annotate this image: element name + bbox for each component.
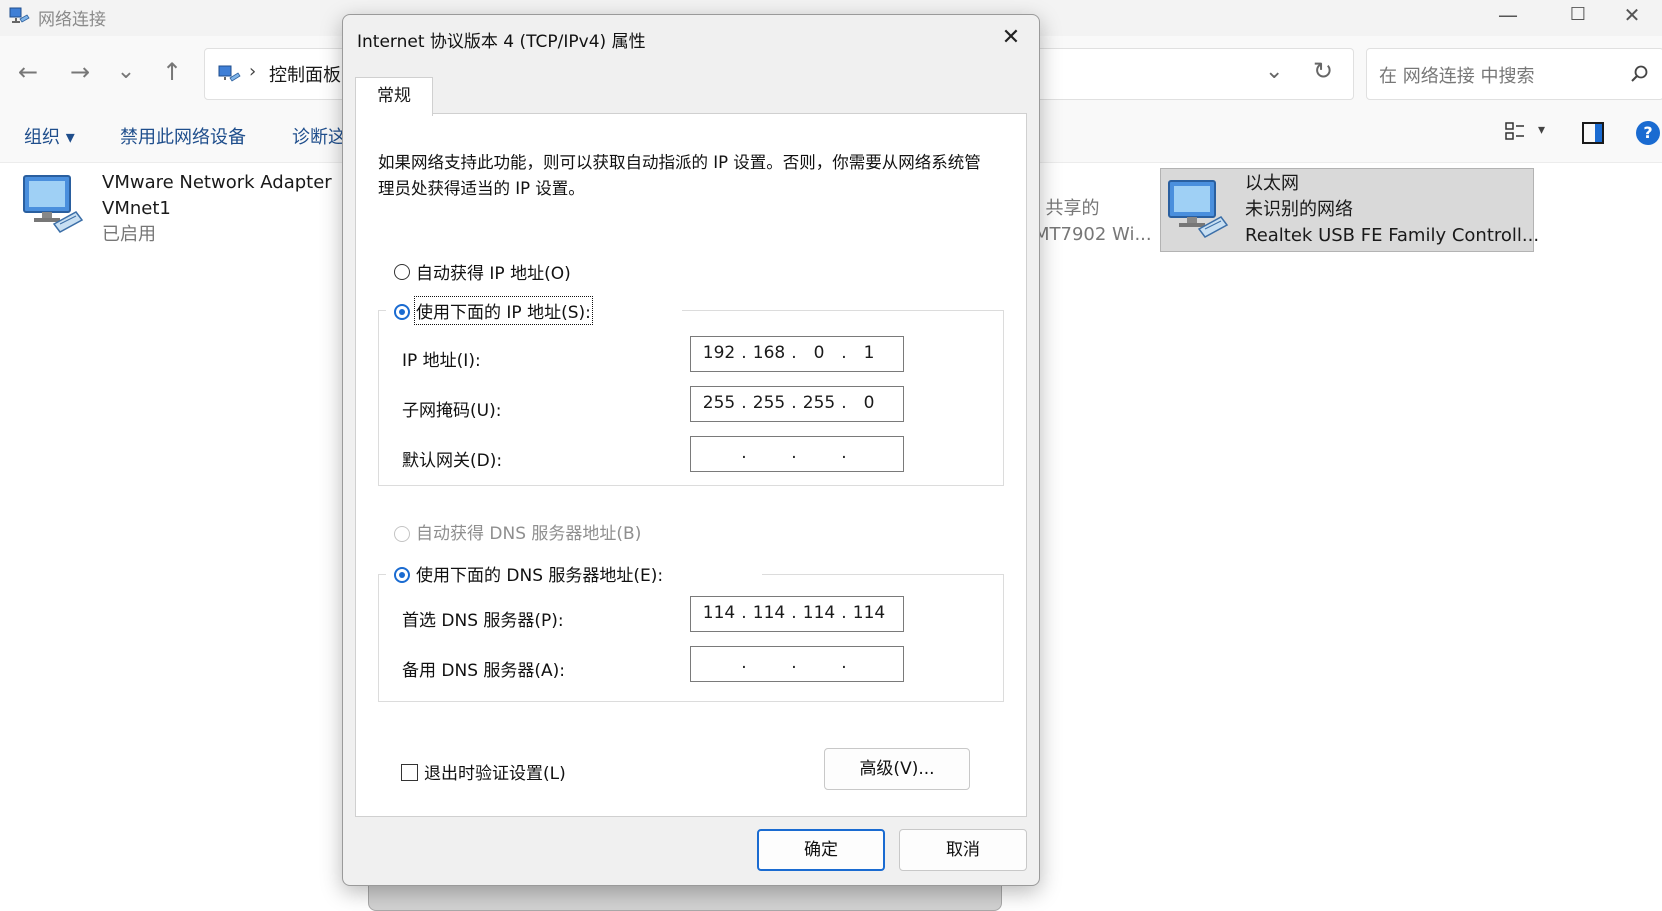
octet: 255 bbox=[702, 393, 736, 413]
view-options-icon[interactable] bbox=[1504, 120, 1526, 142]
manual-dns-group bbox=[378, 574, 1004, 702]
recent-locations-button[interactable]: ⌄ bbox=[106, 52, 146, 92]
disable-device-button[interactable]: 禁用此网络设备 bbox=[120, 123, 246, 149]
auto-dns-label[interactable]: 自动获得 DNS 服务器地址(B) bbox=[416, 519, 641, 544]
validate-settings-label[interactable]: 退出时验证设置(L) bbox=[424, 759, 566, 784]
octet: 114 bbox=[752, 603, 786, 623]
dot: . bbox=[841, 653, 847, 673]
network-adapter-icon[interactable] bbox=[20, 170, 86, 236]
vmware-adapter[interactable]: VMware Network Adapter VMnet1 已启用 bbox=[102, 170, 332, 248]
adapter-name-2: VMnet1 bbox=[102, 198, 171, 219]
cancel-button[interactable]: 取消 bbox=[899, 829, 1027, 871]
ip-address-label: IP 地址(I): bbox=[402, 351, 481, 371]
default-gateway-label: 默认网关(D): bbox=[402, 451, 503, 471]
network-adapter-icon bbox=[1168, 180, 1229, 238]
dot: . bbox=[741, 343, 747, 363]
adapter-device: MT7902 Wi... bbox=[1034, 224, 1152, 245]
preferred-dns-label: 首选 DNS 服务器(P): bbox=[402, 611, 564, 631]
octet: 114 bbox=[802, 603, 836, 623]
intro-text: 如果网络支持此功能，则可以获取自动指派的 IP 设置。否则，你需要从网络系统管理… bbox=[378, 153, 981, 198]
network-connections-icon bbox=[9, 7, 30, 23]
dot: . bbox=[741, 443, 747, 463]
auto-dns-radio[interactable] bbox=[394, 526, 410, 542]
organize-menu[interactable]: 组织 ▾ bbox=[24, 123, 75, 149]
back-button[interactable]: ← bbox=[8, 52, 48, 92]
view-dropdown-icon[interactable]: ▾ bbox=[1538, 122, 1545, 138]
auto-ip-label[interactable]: 自动获得 IP 地址(O) bbox=[416, 259, 571, 284]
maximize-button[interactable]: ☐ bbox=[1548, 0, 1608, 32]
dot: . bbox=[791, 603, 797, 623]
manual-dns-label[interactable]: 使用下面的 DNS 服务器地址(E): bbox=[416, 561, 663, 586]
octet: 192 bbox=[702, 343, 736, 363]
refresh-icon[interactable]: ↻ bbox=[1313, 57, 1333, 85]
auto-ip-radio[interactable] bbox=[394, 264, 410, 280]
breadcrumb-control-panel[interactable]: 控制面板 bbox=[269, 61, 341, 87]
ethernet-adapter[interactable]: 以太网 未识别的网络 Realtek USB FE Family Control… bbox=[1160, 168, 1539, 252]
adapter-status: 已启用 bbox=[102, 224, 156, 245]
ip-address-field[interactable]: 192 . 168 . 0 . 1 bbox=[690, 336, 904, 372]
preview-pane-icon[interactable] bbox=[1582, 122, 1604, 144]
search-placeholder: 在 网络连接 中搜索 bbox=[1379, 66, 1535, 87]
forward-button[interactable]: → bbox=[60, 52, 100, 92]
octet: 114 bbox=[702, 603, 736, 623]
dot: . bbox=[841, 343, 847, 363]
dialog-close-button[interactable]: ✕ bbox=[991, 21, 1031, 55]
alternate-dns-field[interactable]: . . . bbox=[690, 646, 904, 682]
general-tab-panel: 如果网络支持此功能，则可以获取自动指派的 IP 设置。否则，你需要从网络系统管理… bbox=[355, 113, 1027, 817]
octet: 0 bbox=[863, 393, 875, 413]
alternate-dns-label: 备用 DNS 服务器(A): bbox=[402, 661, 566, 681]
adapter-name: 以太网 bbox=[1245, 173, 1299, 194]
wifi-adapter-partial[interactable]: , 共享的 MT7902 Wi... bbox=[1034, 196, 1152, 248]
dot: . bbox=[841, 393, 847, 413]
address-dropdown-icon[interactable]: ⌄ bbox=[1265, 59, 1283, 84]
dialog-title: Internet 协议版本 4 (TCP/IPv4) 属性 bbox=[357, 32, 646, 52]
close-window-button[interactable]: ✕ bbox=[1602, 0, 1662, 32]
advanced-button[interactable]: 高级(V)... bbox=[824, 748, 970, 790]
dot: . bbox=[741, 603, 747, 623]
tab-general[interactable]: 常规 bbox=[355, 77, 433, 116]
search-input[interactable]: 在 网络连接 中搜索 bbox=[1366, 48, 1662, 100]
ok-button[interactable]: 确定 bbox=[757, 829, 885, 871]
dot: . bbox=[741, 653, 747, 673]
adapter-status: 未识别的网络 bbox=[1245, 199, 1353, 220]
dot: . bbox=[791, 393, 797, 413]
adapter-status: , 共享的 bbox=[1034, 198, 1100, 219]
adapter-device: Realtek USB FE Family Controll... bbox=[1245, 225, 1540, 246]
manual-ip-label[interactable]: 使用下面的 IP 地址(S): bbox=[414, 296, 593, 325]
ethernet-adapter-text: 以太网 未识别的网络 Realtek USB FE Family Control… bbox=[1245, 171, 1539, 249]
help-icon[interactable]: ? bbox=[1636, 121, 1660, 145]
dot: . bbox=[791, 443, 797, 463]
control-panel-icon bbox=[218, 65, 241, 82]
dot: . bbox=[791, 343, 797, 363]
search-icon[interactable] bbox=[1629, 64, 1649, 84]
dot: . bbox=[791, 653, 797, 673]
preferred-dns-field[interactable]: 114 . 114 . 114 . 114 bbox=[690, 596, 904, 632]
octet: 168 bbox=[752, 343, 786, 363]
dot: . bbox=[841, 603, 847, 623]
octet: 255 bbox=[802, 393, 836, 413]
manual-ip-radio[interactable] bbox=[394, 304, 410, 320]
subnet-mask-label: 子网掩码(U): bbox=[402, 401, 502, 421]
breadcrumb-separator-icon: › bbox=[249, 61, 257, 82]
manual-dns-radio[interactable] bbox=[394, 567, 410, 583]
subnet-mask-field[interactable]: 255 . 255 . 255 . 0 bbox=[690, 386, 904, 422]
default-gateway-field[interactable]: . . . bbox=[690, 436, 904, 472]
octet: 114 bbox=[852, 603, 886, 623]
validate-settings-checkbox[interactable] bbox=[401, 764, 418, 781]
diagnose-button[interactable]: 诊断这 bbox=[292, 123, 346, 149]
octet: 255 bbox=[752, 393, 786, 413]
octet: 1 bbox=[863, 343, 875, 363]
dot: . bbox=[741, 393, 747, 413]
dot: . bbox=[841, 443, 847, 463]
adapter-name: VMware Network Adapter bbox=[102, 172, 332, 193]
ipv4-properties-dialog: Internet 协议版本 4 (TCP/IPv4) 属性 ✕ 常规 如果网络支… bbox=[342, 14, 1040, 886]
up-button[interactable]: ↑ bbox=[152, 52, 192, 92]
window-title: 网络连接 bbox=[38, 10, 106, 30]
minimize-button[interactable]: — bbox=[1478, 0, 1538, 32]
octet: 0 bbox=[813, 343, 825, 363]
